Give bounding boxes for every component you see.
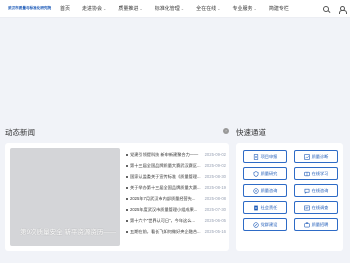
nav-item-services[interactable]: 专业服务 ⌄	[233, 5, 257, 12]
nav-label: 标准化管理	[154, 6, 180, 12]
bullet-icon	[126, 208, 128, 211]
chevron-down-icon: ⌄	[139, 6, 143, 11]
quick-btn-quality-consulting[interactable]: 质量咨询	[243, 184, 287, 197]
news-date: 2025-09-02	[204, 152, 226, 157]
bullet-icon	[126, 219, 128, 222]
report-icon	[253, 205, 258, 210]
chevron-down-icon: ⌄	[217, 6, 221, 11]
bullet-icon	[126, 175, 128, 178]
news-title: 第十三届全国品牌质量大赛武汉赛区...	[130, 162, 201, 168]
news-list: 党建引领提科技 新申新建聚合力—— 2025-09-02 第十三届全国品牌质量大赛…	[126, 149, 226, 237]
bullet-icon	[126, 164, 128, 167]
news-item[interactable]: 2025年7月武汉市内部质量经营先... 2025-08-08	[126, 193, 226, 204]
chevron-down-icon: ⌄	[253, 6, 257, 11]
quick-btn-label: 质量咨询	[260, 187, 278, 193]
quick-btn-label: 项目申报	[260, 153, 278, 159]
news-title: 第十六个“世界认可日”，今年这么...	[130, 217, 195, 223]
main-nav: 首页 走进协会 ⌄ 质量推进 ⌄ 标准化管理 ⌄ 全在在线 ⌄ 专业服务 ⌄ 简建专栏	[54, 5, 289, 12]
news-item[interactable]: 2025年度武汉市质量管理小组成果... 2025-07-30	[126, 204, 226, 215]
nav-item-online[interactable]: 全在在线 ⌄	[196, 5, 220, 12]
quick-btn-label: 质量研究	[260, 170, 278, 176]
consult-icon	[253, 187, 259, 194]
quick-btn-online-learning[interactable]: 在线学习	[294, 167, 338, 180]
more-icon[interactable]: ›	[223, 128, 229, 134]
featured-news-caption: 第9次质量安全 新平资源资历——	[20, 229, 116, 236]
quick-btn-quality-diagnosis[interactable]: 质量诊断	[294, 150, 338, 163]
nav-item-quality[interactable]: 质量推进 ⌄	[118, 5, 142, 12]
featured-news-image[interactable]: 第9次质量安全 新平资源资历——	[10, 148, 120, 246]
news-section-title: 动态新闻	[5, 128, 35, 137]
news-panel: 第9次质量安全 新平资源资历—— 党建引领提科技 新申新建聚合力—— 2025-0…	[5, 143, 229, 251]
quick-btn-label: 在线学习	[311, 170, 329, 176]
user-icon[interactable]	[338, 5, 347, 14]
quick-btn-social-responsibility[interactable]: 社会责任	[243, 201, 287, 214]
nav-item-home[interactable]: 首页	[60, 5, 70, 12]
quick-access-grid: 项目申报 质量诊断 质量研究 在线学习 质量咨询 在线咨询 社会责任 在线调查	[243, 150, 338, 231]
quick-btn-label: 在线咨询	[311, 187, 329, 193]
bullet-icon	[126, 230, 128, 233]
quick-btn-quality-research[interactable]: 质量研究	[243, 167, 287, 180]
book-icon	[303, 171, 310, 176]
bullet-icon	[126, 197, 128, 200]
quick-btn-label: 在线调查	[311, 204, 329, 210]
recruit-icon	[303, 221, 310, 227]
news-item[interactable]: 第十六个“世界认可日”，今年这么... 2025-06-05	[126, 215, 226, 226]
chat-icon	[304, 188, 310, 194]
chevron-down-icon: ⌄	[103, 6, 107, 11]
news-date: 2025-05-16	[204, 229, 226, 234]
chart-icon	[303, 153, 310, 160]
chevron-down-icon: ⌄	[180, 6, 185, 11]
bullet-icon	[126, 153, 128, 156]
news-item[interactable]: 第十三届全国品牌质量大赛武汉赛区... 2025-09-02	[126, 160, 226, 171]
quick-btn-online-consulting[interactable]: 在线咨询	[294, 184, 338, 197]
news-date: 2025-08-19	[204, 185, 226, 190]
quick-access-panel: 项目申报 质量诊断 质量研究 在线学习 质量咨询 在线咨询 社会责任 在线调查	[236, 143, 343, 251]
quick-btn-online-survey[interactable]: 在线调查	[294, 201, 338, 214]
nav-item-column[interactable]: 简建专栏	[269, 5, 289, 12]
news-item[interactable]: 国家认监委关于宣传标准《质量管理... 2025-08-30	[126, 171, 226, 182]
site-logo[interactable]: 武汉市质量与标准化研究院	[6, 6, 51, 11]
nav-label: 简建专栏	[268, 6, 289, 12]
quick-btn-label: 社会责任	[260, 204, 278, 210]
nav-label: 专业服务	[232, 6, 253, 12]
news-title: 五期在前，看长飞如何做好央企融合...	[130, 228, 201, 234]
logo-text: 武汉市质量与标准化研究院	[8, 6, 52, 10]
news-date: 2025-08-08	[204, 196, 226, 201]
news-date: 2025-08-30	[204, 174, 226, 179]
survey-icon	[303, 205, 310, 210]
quick-btn-party-building[interactable]: 党群建设	[243, 218, 287, 231]
nav-item-standards[interactable]: 标准化管理 ⌄	[155, 5, 184, 12]
shield-icon	[253, 170, 259, 177]
quick-btn-project-application[interactable]: 项目申报	[243, 150, 287, 163]
news-item[interactable]: 党建引领提科技 新申新建聚合力—— 2025-09-02	[126, 149, 226, 160]
news-date: 2025-09-02	[204, 163, 226, 168]
quick-section-title: 快速通道	[236, 128, 266, 137]
nav-label: 全在在线	[196, 6, 217, 12]
quick-btn-label: 党群建设	[260, 221, 278, 227]
document-icon	[253, 153, 258, 160]
nav-label: 首页	[60, 6, 71, 12]
news-item[interactable]: 五期在前，看长飞如何做好央企融合... 2025-05-16	[126, 226, 226, 237]
news-item[interactable]: 关于举办第十三届全国品牌质量大赛... 2025-08-19	[126, 182, 226, 193]
bullet-icon	[126, 186, 128, 189]
quick-btn-label: 质量招聘	[311, 221, 329, 227]
quick-btn-label: 质量诊断	[311, 153, 329, 159]
search-icon[interactable]	[323, 5, 330, 13]
news-title: 2025年7月武汉市内部质量经营先...	[130, 195, 196, 201]
header-actions	[323, 0, 347, 18]
party-icon	[253, 221, 259, 228]
quick-btn-quality-recruitment[interactable]: 质量招聘	[294, 218, 338, 231]
nav-label: 走进协会	[82, 6, 103, 12]
news-date: 2025-07-30	[204, 207, 226, 212]
nav-label: 质量推进	[118, 6, 139, 12]
news-title: 国家认监委关于宣传标准《质量管理...	[130, 173, 201, 179]
news-title: 2025年度武汉市质量管理小组成果...	[130, 206, 198, 212]
news-title: 党建引领提科技 新申新建聚合力——	[130, 151, 199, 157]
nav-item-about[interactable]: 走进协会 ⌄	[82, 5, 106, 12]
news-title: 关于举办第十三届全国品牌质量大赛...	[130, 184, 201, 190]
news-date: 2025-06-05	[204, 218, 226, 223]
top-nav-bar: 武汉市质量与标准化研究院 首页 走进协会 ⌄ 质量推进 ⌄ 标准化管理 ⌄ 全在在线 ⌄…	[0, 0, 350, 18]
